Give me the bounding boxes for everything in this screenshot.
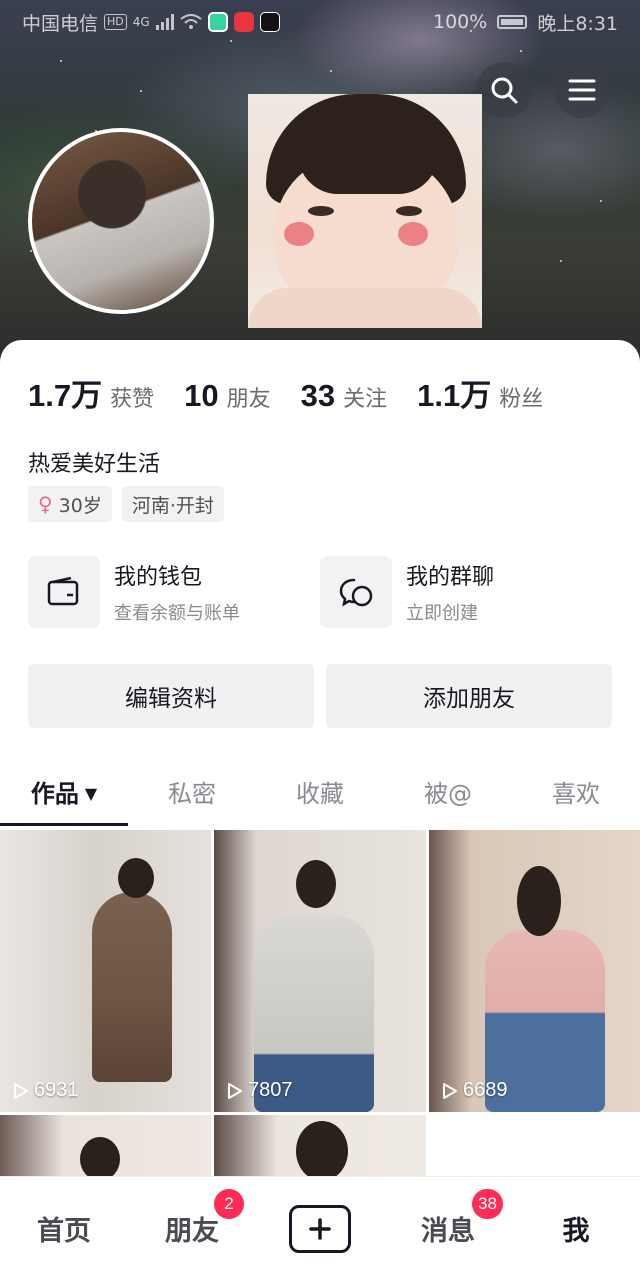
nav-me-label: 我 bbox=[562, 1216, 590, 1247]
play-count: 6931 bbox=[10, 1079, 79, 1102]
stat-label: 粉丝 bbox=[499, 387, 544, 412]
wallet-entry[interactable]: 我的钱包 查看余额与账单 bbox=[28, 556, 320, 628]
age-label: 30岁 bbox=[58, 494, 102, 517]
play-count-value: 7807 bbox=[248, 1079, 293, 1101]
stat-label: 获赞 bbox=[110, 387, 155, 412]
video-grid: 6931 7807 6689 bbox=[0, 830, 640, 1181]
app-notification-icon bbox=[233, 12, 254, 32]
stat-value: 33 bbox=[300, 378, 336, 413]
age-tag: ♀ 30岁 bbox=[28, 486, 112, 522]
app-notification-icon bbox=[207, 12, 228, 32]
create-button[interactable] bbox=[289, 1204, 351, 1253]
status-bar: 中国电信 HD 4G 100% 晚上8:31 bbox=[0, 0, 640, 44]
video-thumbnail[interactable] bbox=[0, 1115, 211, 1181]
stat-label: 朋友 bbox=[226, 387, 271, 412]
nav-friends[interactable]: 朋友 2 bbox=[128, 1189, 256, 1248]
nav-me[interactable]: 我 bbox=[512, 1209, 640, 1248]
tab-label: 作品 bbox=[30, 780, 79, 808]
battery-percent: 100% bbox=[433, 11, 488, 33]
nav-create[interactable] bbox=[256, 1204, 384, 1253]
stat-value: 1.7万 bbox=[28, 378, 103, 413]
group-chat-icon bbox=[320, 556, 392, 628]
friends-badge: 2 bbox=[214, 1189, 244, 1219]
group-chat-title: 我的群聊 bbox=[406, 565, 495, 590]
network-label: 4G bbox=[132, 15, 150, 29]
profile-tags: ♀ 30岁 河南·开封 bbox=[28, 486, 224, 522]
profile-actions: 编辑资料 添加朋友 bbox=[28, 664, 612, 728]
group-chat-entry[interactable]: 我的群聊 立即创建 bbox=[320, 556, 612, 628]
tab-favorites[interactable]: 收藏 bbox=[256, 770, 384, 826]
play-icon bbox=[228, 1082, 242, 1099]
wallet-subtitle: 查看余额与账单 bbox=[114, 603, 240, 624]
wallet-title: 我的钱包 bbox=[114, 565, 203, 590]
play-count-value: 6931 bbox=[34, 1079, 79, 1101]
hd-badge: HD bbox=[104, 14, 127, 30]
capcut-icon bbox=[259, 12, 280, 32]
plus-icon bbox=[309, 1217, 331, 1240]
play-count: 7807 bbox=[224, 1079, 293, 1102]
tab-works[interactable]: 作品 ▼ bbox=[0, 770, 128, 826]
play-icon bbox=[14, 1082, 28, 1099]
profile-bio: 热爱美好生活 bbox=[28, 452, 161, 477]
location-tag: 河南·开封 bbox=[121, 486, 224, 522]
services-row: 我的钱包 查看余额与账单 我的群聊 立即创建 bbox=[28, 556, 612, 628]
add-friend-button[interactable]: 添加朋友 bbox=[326, 664, 612, 728]
stat-followers[interactable]: 1.1万 粉丝 bbox=[417, 370, 543, 415]
stat-value: 1.1万 bbox=[417, 378, 492, 413]
menu-button[interactable] bbox=[554, 62, 610, 118]
video-thumbnail[interactable]: 7807 bbox=[214, 830, 426, 1112]
nav-friends-label: 朋友 bbox=[165, 1216, 219, 1247]
nav-home-label: 首页 bbox=[37, 1216, 91, 1247]
play-count-value: 6689 bbox=[463, 1079, 508, 1101]
tab-private[interactable]: 私密 bbox=[128, 770, 256, 826]
menu-icon bbox=[568, 79, 596, 101]
baby-face-sticker bbox=[248, 94, 482, 328]
search-icon bbox=[491, 77, 518, 104]
play-count: 6689 bbox=[439, 1079, 508, 1102]
signal-icon bbox=[155, 14, 174, 30]
profile-stats: 1.7万 获赞 10 朋友 33 关注 1.1万 粉丝 bbox=[28, 370, 573, 415]
nav-messages[interactable]: 消息 38 bbox=[384, 1189, 512, 1248]
play-icon bbox=[443, 1082, 457, 1099]
avatar[interactable] bbox=[28, 128, 214, 314]
stat-friends[interactable]: 10 朋友 bbox=[184, 378, 271, 414]
content-tabs: 作品 ▼ 私密 收藏 被@ 喜欢 bbox=[0, 770, 640, 826]
tab-likes[interactable]: 喜欢 bbox=[512, 770, 640, 826]
video-thumbnail[interactable]: 6931 bbox=[0, 830, 211, 1112]
empty-slot bbox=[429, 1115, 640, 1181]
nav-home[interactable]: 首页 bbox=[0, 1209, 128, 1248]
nav-messages-label: 消息 bbox=[421, 1216, 475, 1247]
edit-profile-button[interactable]: 编辑资料 bbox=[28, 664, 314, 728]
video-thumbnail[interactable]: 6689 bbox=[429, 830, 640, 1112]
group-chat-subtitle: 立即创建 bbox=[406, 603, 478, 624]
profile-header-background: 中国电信 HD 4G 100% 晚上8:31 bbox=[0, 0, 640, 370]
caret-down-icon: ▼ bbox=[84, 784, 98, 803]
stat-label: 关注 bbox=[343, 387, 388, 412]
carrier-label: 中国电信 bbox=[22, 12, 99, 35]
clock: 晚上8:31 bbox=[537, 12, 618, 35]
stat-following[interactable]: 33 关注 bbox=[301, 378, 388, 414]
wifi-icon bbox=[180, 14, 202, 29]
messages-badge: 38 bbox=[472, 1189, 503, 1219]
tab-mentions[interactable]: 被@ bbox=[384, 770, 512, 826]
stat-likes[interactable]: 1.7万 获赞 bbox=[28, 370, 154, 415]
bottom-nav: 首页 朋友 2 消息 38 我 bbox=[0, 1176, 640, 1280]
battery-icon bbox=[497, 15, 528, 29]
female-icon: ♀ bbox=[38, 492, 53, 516]
stat-value: 10 bbox=[184, 378, 219, 413]
search-button[interactable] bbox=[476, 62, 532, 118]
video-thumbnail[interactable] bbox=[214, 1115, 426, 1181]
wallet-icon bbox=[28, 556, 100, 628]
profile-card: 1.7万 获赞 10 朋友 33 关注 1.1万 粉丝 热爱美好生活 ♀ 30岁… bbox=[0, 340, 640, 1280]
location-label: 河南·开封 bbox=[131, 494, 214, 517]
